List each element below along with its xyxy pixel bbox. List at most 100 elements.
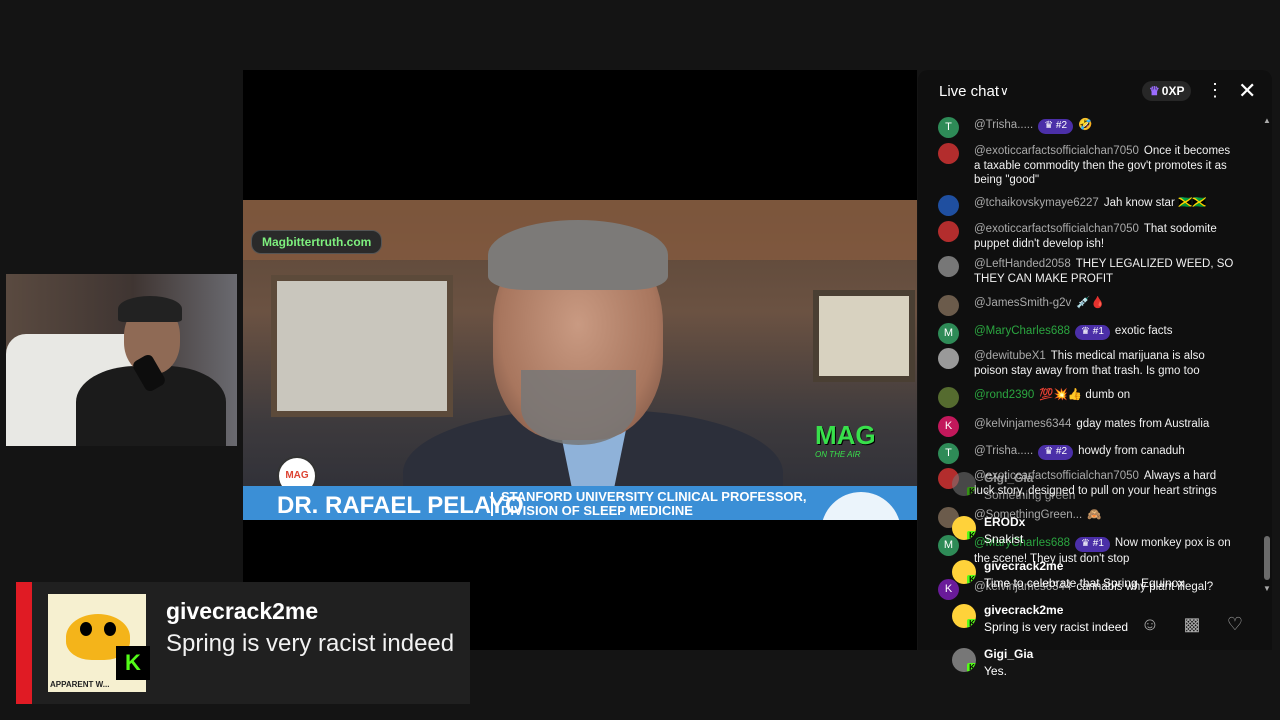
scroll-down-icon[interactable]: ▼ (1263, 584, 1271, 593)
wall-picture (813, 290, 915, 382)
kick-logo-icon: K (967, 487, 976, 496)
avatar-caption: APPARENT W... (50, 680, 110, 689)
overlay-message-text: Spring is very racist indeed (984, 620, 1129, 634)
overlay-username: Gigi_Gia (984, 471, 1034, 485)
scroll-up-icon[interactable]: ▲ (1263, 116, 1271, 125)
chat-message[interactable]: @JamesSmith-g2v 💉🩸 (938, 295, 1238, 316)
avatar: K (952, 648, 976, 672)
crown-icon: ♛ (1149, 84, 1160, 98)
lower-third-title-line-2: DIVISION OF SLEEP MEDICINE (501, 503, 693, 518)
overlay-message-text: Snakist (984, 532, 1024, 546)
overlay-message-text: Something green (984, 488, 1076, 502)
chat-author[interactable]: @exoticcarfactsofficialchan7050 (974, 145, 1139, 157)
chat-text: 🤣 (1078, 119, 1093, 131)
chat-author[interactable]: @LeftHanded2058 (974, 258, 1071, 270)
chat-author[interactable]: @exoticcarfactsofficialchan7050 (974, 223, 1139, 235)
chat-author[interactable]: @MaryCharles688 (974, 325, 1070, 337)
lower-third-title-line-1: STANFORD UNIVERSITY CLINICAL PROFESSOR, (501, 489, 807, 504)
chat-author[interactable]: @JamesSmith-g2v (974, 297, 1071, 309)
lower-third-name: DR. RAFAEL PELAYO (277, 492, 524, 519)
chat-message[interactable]: K @kelvinjames6344 gday mates from Austral… (938, 416, 1238, 437)
speaker-figure (403, 220, 783, 520)
chat-title-dropdown[interactable]: Live chat (939, 83, 999, 100)
chat-alert: APPARENT W... K givecrack2me Spring is v… (16, 582, 470, 704)
overlay-message-text: Time to celebrate that Spring Equinox (984, 576, 1185, 590)
chat-author[interactable]: @kelvinjames6344 (974, 418, 1071, 430)
avatar[interactable]: T (938, 117, 959, 138)
avatar[interactable] (938, 143, 959, 164)
overlay-username: givecrack2me (984, 559, 1064, 573)
overlay-chat-message: K Gigi_Gia Yes. (952, 646, 1252, 680)
chat-message[interactable]: @dewitubeX1 This medical marijuana is als… (938, 348, 1238, 378)
overlay-message-text: Yes. (984, 664, 1007, 678)
overlay-username: givecrack2me (984, 603, 1064, 617)
avatar[interactable]: T (938, 443, 959, 464)
scroll-thumb[interactable] (1264, 536, 1270, 580)
avatar: K (952, 560, 976, 584)
overlay-chat-message: K ERODx Snakist (952, 514, 1252, 548)
chat-text: Jah know star 🇯🇲🇯🇲 (1103, 197, 1207, 209)
chat-author[interactable]: @rond2390 (974, 389, 1034, 401)
network-logo (821, 492, 901, 520)
chat-message[interactable]: @LeftHanded2058 THEY LEGALIZED WEED, SO T… (938, 256, 1238, 286)
overlay-chat-message: K Gigi_Gia Something green (952, 470, 1252, 504)
chat-text: 💉🩸 (1076, 297, 1105, 309)
lower-third: DR. RAFAEL PELAYO STANFORD UNIVERSITY CL… (243, 486, 917, 520)
chat-text: 💯💥👍 dumb on (1039, 389, 1131, 401)
kick-logo-icon: K (967, 531, 976, 540)
rank-badge: ♛ #1 (1075, 325, 1110, 340)
kick-logo-icon: K (967, 575, 976, 584)
avatar[interactable]: M (938, 323, 959, 344)
xp-badge[interactable]: ♛ 0XP (1142, 81, 1192, 101)
rank-badge: ♛ #2 (1038, 119, 1074, 134)
rank-badge: ♛ #2 (1038, 445, 1074, 460)
alert-username: givecrack2me (166, 598, 319, 624)
avatar[interactable]: K (938, 416, 959, 437)
close-icon[interactable]: ✕ (1238, 78, 1256, 104)
chevron-down-icon[interactable]: ∨ (1000, 84, 1009, 98)
chat-author[interactable]: @Trisha..... (974, 445, 1033, 457)
chat-text: howdy from canaduh (1078, 445, 1185, 457)
webcam-overlay (6, 274, 237, 446)
avatar[interactable] (938, 195, 959, 216)
chat-message[interactable]: @exoticcarfactsofficialchan7050 That sodo… (938, 221, 1238, 251)
channel-logo-subtext: ON THE AIR (815, 450, 861, 459)
chat-text: gday mates from Australia (1076, 418, 1210, 430)
chat-text: exotic facts (1114, 325, 1173, 337)
avatar[interactable] (938, 348, 959, 369)
kick-logo-icon: K (116, 646, 150, 680)
channel-logo: MAG (815, 420, 876, 450)
avatar[interactable] (938, 295, 959, 316)
avatar[interactable] (938, 256, 959, 277)
chat-author[interactable]: @dewitubeX1 (974, 350, 1046, 362)
more-options-icon[interactable]: ⋮ (1206, 80, 1224, 101)
avatar[interactable] (938, 221, 959, 242)
chat-author[interactable]: @tchaikovskymaye6227 (974, 197, 1099, 209)
chat-author[interactable]: @Trisha..... (974, 119, 1033, 131)
overlay-chat-message: Kgivecrack2me Spring is very racist indee… (952, 602, 1252, 636)
chat-message[interactable]: @rond2390 💯💥👍 dumb on (938, 387, 1238, 408)
lower-third-title: STANFORD UNIVERSITY CLINICAL PROFESSOR, … (501, 490, 807, 518)
chat-message[interactable]: T @Trisha..... ♛ #2 🤣 (938, 117, 1238, 138)
chat-message[interactable]: @exoticcarfactsofficialchan7050 Once it b… (938, 143, 1238, 188)
overlay-username: Gigi_Gia (984, 647, 1034, 661)
chat-scrollbar[interactable]: ▲ ▼ (1263, 114, 1271, 600)
kick-logo-icon: K (967, 619, 976, 628)
chat-message[interactable]: @tchaikovskymaye6227 Jah know star 🇯🇲🇯🇲 (938, 195, 1238, 216)
website-tag: Magbittertruth.com (251, 230, 383, 254)
overlay-username: ERODx (984, 515, 1026, 529)
video-frame: Magbittertruth.com MAG ON THE AIR MAG DR… (243, 200, 917, 520)
alert-accent-bar (16, 582, 32, 704)
avatar[interactable] (938, 387, 959, 408)
video-player[interactable]: Magbittertruth.com MAG ON THE AIR MAG DR… (243, 70, 917, 650)
kick-logo-icon: K (967, 663, 976, 672)
chat-message[interactable]: M @MaryCharles688 ♛ #1 exotic facts (938, 323, 1238, 344)
avatar: K (952, 516, 976, 540)
chat-message[interactable]: T @Trisha..... ♛ #2 howdy from canaduh (938, 443, 1238, 464)
avatar: K (952, 604, 976, 628)
alert-message: Spring is very racist indeed (166, 630, 455, 657)
overlay-chat-message: Kgivecrack2me Time to celebrate that Spri… (952, 558, 1252, 592)
chat-header: Live chat ∨ ♛ 0XP ⋮ ✕ (918, 70, 1272, 114)
xp-value: 0XP (1161, 84, 1185, 98)
avatar: K (952, 472, 976, 496)
